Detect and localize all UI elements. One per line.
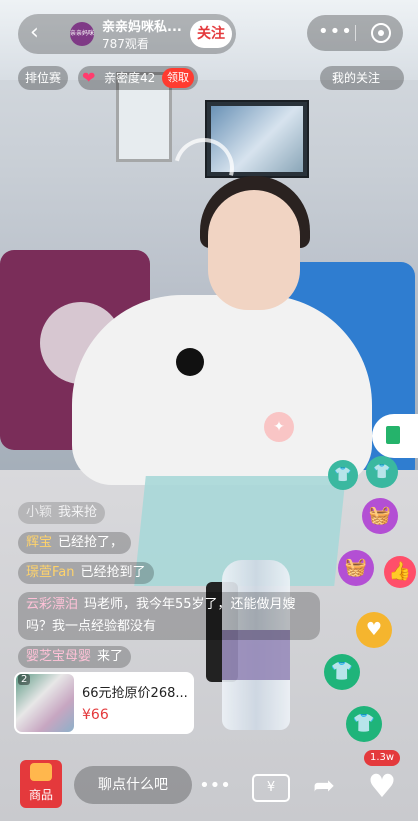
- intimacy-chip[interactable]: ❤ 亲密度42 领取: [78, 66, 198, 90]
- product-title: 66元抢原价268...: [82, 686, 188, 701]
- comment-user: 小颖: [26, 505, 53, 520]
- comment-item: 小颖 我来抢: [18, 502, 106, 524]
- comment-item: 婴芝宝母婴 来了: [18, 646, 132, 668]
- lapel-microphone: [176, 348, 204, 376]
- room-avatar[interactable]: 亲亲妈咪: [70, 22, 94, 46]
- heart-icon: ❤: [82, 68, 96, 87]
- close-mini-icon[interactable]: [371, 23, 391, 43]
- comment-user: 婴芝宝母婴: [26, 649, 92, 664]
- comment-text: 已经抢到了: [80, 565, 146, 580]
- comment-text: 来了: [97, 649, 124, 664]
- shirt-effect-icon: 👕: [346, 706, 382, 742]
- like-icon[interactable]: ♥: [362, 766, 402, 806]
- like-count-badge: 1.3w: [364, 750, 400, 766]
- my-following-chip[interactable]: 我的关注 ›: [320, 66, 404, 90]
- document-tab[interactable]: [372, 414, 418, 458]
- room-name: 亲亲妈咪私...: [102, 20, 182, 35]
- comment-user: 云彩漂泊: [26, 597, 79, 612]
- back-icon[interactable]: ‹: [30, 22, 39, 44]
- chat-input[interactable]: 聊点什么吧: [74, 766, 192, 804]
- shirt-effect-icon: 👕: [324, 654, 360, 690]
- comment-user: 璟萱Fan: [26, 565, 75, 580]
- more-icon[interactable]: •••: [318, 21, 353, 42]
- more-options-icon[interactable]: •••: [198, 770, 232, 802]
- host-shirt: [72, 295, 372, 485]
- product-index: 2: [18, 674, 31, 685]
- follow-button[interactable]: 关注: [190, 20, 232, 48]
- red-packet-icon[interactable]: ¥: [252, 774, 290, 802]
- capsule-divider: [355, 25, 356, 41]
- intimacy-value: 亲密度42: [104, 71, 156, 85]
- water-bottle: [222, 560, 290, 730]
- product-price: ¥66: [82, 707, 109, 723]
- comment-text: 已经抢了，: [58, 535, 124, 550]
- thumbs-up-effect-icon: 👍: [384, 556, 416, 588]
- sparkle-effect-icon: ✦: [264, 412, 294, 442]
- comment-item: 璟萱Fan 已经抢到了: [18, 562, 154, 584]
- comment-item: 辉宝 已经抢了，: [18, 532, 132, 554]
- basket-effect-icon: 🧺: [362, 498, 398, 534]
- viewer-count: 787观看: [102, 37, 149, 51]
- host-face: [208, 190, 300, 310]
- share-icon[interactable]: ➦: [306, 770, 342, 802]
- shop-button[interactable]: 商品: [20, 760, 62, 808]
- comment-text: 我来抢: [58, 505, 98, 520]
- ranking-chip[interactable]: 排位赛: [18, 66, 68, 90]
- heart-effect-icon: ♥: [356, 612, 392, 648]
- comment-user: 辉宝: [26, 535, 53, 550]
- shopping-bag-icon: [30, 763, 52, 781]
- comment-item: 云彩漂泊 玛老师，我今年55岁了，还能做月嫂吗？我一点经验都没有: [18, 592, 320, 640]
- chevron-right-icon: ›: [332, 71, 337, 85]
- shop-label: 商品: [28, 788, 53, 802]
- my-following-label: 我的关注: [332, 71, 381, 85]
- product-card[interactable]: 2 66元抢原价268... ¥66: [14, 672, 194, 734]
- shirt-effect-icon: 👕: [366, 456, 398, 488]
- shirt-effect-icon: 👕: [328, 460, 358, 490]
- basket-effect-icon: 🧺: [338, 550, 374, 586]
- claim-button[interactable]: 领取: [162, 68, 194, 88]
- document-icon: [386, 426, 400, 444]
